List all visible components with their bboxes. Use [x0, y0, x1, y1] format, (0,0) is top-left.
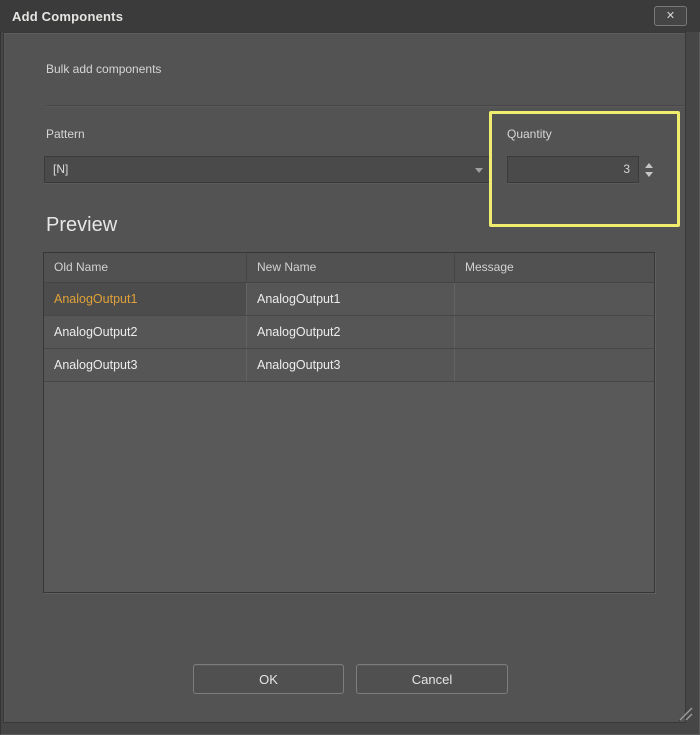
quantity-value: 3 — [623, 162, 630, 176]
resize-grip-icon[interactable] — [670, 701, 694, 723]
spin-down-icon[interactable] — [645, 172, 653, 177]
column-header-new-name: New Name — [247, 253, 455, 282]
cell-old-name[interactable]: AnalogOutput1 — [44, 283, 247, 315]
close-button[interactable]: ✕ — [654, 6, 687, 26]
cancel-button[interactable]: Cancel — [356, 664, 508, 694]
cell-new-name[interactable]: AnalogOutput3 — [247, 349, 455, 381]
preview-table: Old Name New Name Message AnalogOutput1 … — [43, 252, 655, 593]
preview-heading: Preview — [46, 214, 117, 237]
cell-new-name[interactable]: AnalogOutput1 — [247, 283, 455, 315]
table-header-row: Old Name New Name Message — [44, 253, 654, 283]
cell-message[interactable] — [455, 349, 654, 381]
bulk-add-subtitle: Bulk add components — [46, 62, 161, 76]
dialog-body: Bulk add components Pattern [N] Quantity… — [3, 32, 686, 723]
cell-message[interactable] — [455, 283, 654, 315]
cell-new-name[interactable]: AnalogOutput2 — [247, 316, 455, 348]
column-header-message: Message — [455, 253, 654, 282]
quantity-label: Quantity — [507, 127, 552, 141]
quantity-stepper — [642, 156, 656, 183]
cell-message[interactable] — [455, 316, 654, 348]
table-row: AnalogOutput2 AnalogOutput2 — [44, 316, 654, 349]
add-components-dialog: Add Components ✕ Bulk add components Pat… — [0, 0, 700, 735]
ok-button[interactable]: OK — [193, 664, 344, 694]
pattern-label: Pattern — [46, 127, 85, 141]
spin-up-icon[interactable] — [645, 163, 653, 168]
pattern-value: [N] — [53, 162, 68, 176]
pattern-dropdown[interactable]: [N] — [44, 156, 492, 183]
cell-old-name[interactable]: AnalogOutput2 — [44, 316, 247, 348]
dialog-title: Add Components — [12, 9, 123, 24]
table-row: AnalogOutput1 AnalogOutput1 — [44, 283, 654, 316]
table-row: AnalogOutput3 AnalogOutput3 — [44, 349, 654, 382]
dialog-titlebar[interactable]: Add Components ✕ — [0, 0, 700, 32]
cell-old-name[interactable]: AnalogOutput3 — [44, 349, 247, 381]
table-empty-area — [44, 382, 654, 593]
chevron-down-icon — [475, 168, 483, 173]
quantity-input[interactable]: 3 — [507, 156, 639, 183]
column-header-old-name: Old Name — [44, 253, 247, 282]
section-divider — [46, 105, 684, 107]
close-icon: ✕ — [666, 10, 675, 22]
